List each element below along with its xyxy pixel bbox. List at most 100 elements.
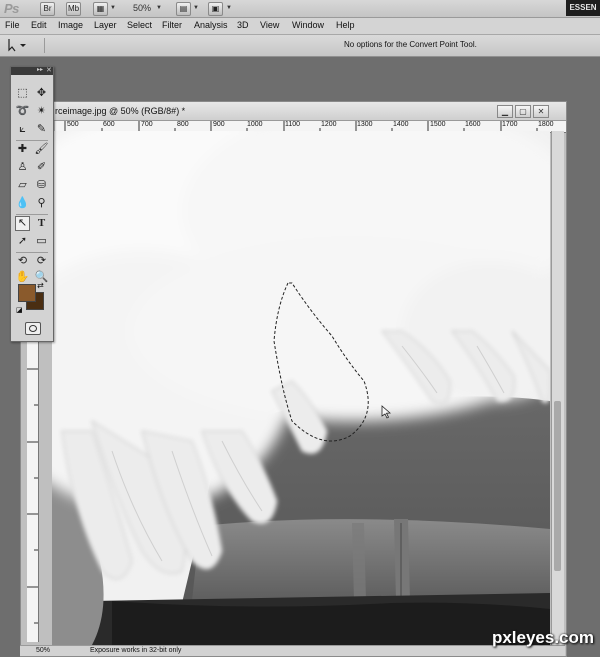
close-icon[interactable]: ✕ (46, 66, 52, 74)
rect-marquee-icon: ⬚ (17, 87, 28, 99)
quick-mask-button[interactable] (25, 322, 41, 335)
grid-icon: ▦ (96, 4, 105, 13)
maximize-button[interactable]: ▢ (515, 105, 531, 118)
watermark: pxleyes.com (491, 628, 594, 647)
3d-rotate-tool-button[interactable]: ⟲ (15, 254, 30, 269)
menu-filter[interactable]: Filter (162, 20, 182, 30)
ruler-label: 1800 (538, 121, 554, 128)
shape-tool-button[interactable]: ▭ (34, 234, 49, 249)
close-button[interactable]: ✕ (533, 105, 549, 118)
pen-tool-button[interactable]: ↖ (15, 216, 30, 231)
paint-bucket-tool-button[interactable]: ⛁ (34, 178, 49, 193)
view-extras-button[interactable]: ▦ (93, 2, 108, 16)
menu-edit[interactable]: Edit (31, 20, 47, 30)
healing-brush-tool-button[interactable]: ✚ (15, 142, 30, 157)
chevron-down-icon[interactable]: ▼ (156, 5, 162, 11)
move-icon: ✥ (36, 87, 47, 99)
ruler-label: 1200 (321, 121, 337, 128)
rectangle-icon: ▭ (36, 235, 47, 247)
tools-separator (16, 214, 48, 215)
droplet-icon: 💧 (15, 197, 30, 209)
chevron-down-icon[interactable]: ▼ (110, 5, 116, 11)
stamp-icon: ♙ (17, 161, 28, 173)
clone-stamp-tool-button[interactable]: ♙ (15, 160, 30, 175)
screen-mode-icon: ▣ (211, 4, 220, 13)
ruler-label: 1400 (393, 121, 409, 128)
hand-icon: ✋ (15, 271, 30, 283)
tools-panel-header[interactable]: ▸▸ ✕ (11, 67, 53, 75)
minimize-button[interactable]: ▁ (497, 105, 513, 118)
menu-layer[interactable]: Layer (94, 20, 117, 30)
options-separator (44, 38, 45, 53)
hand-tool-button[interactable]: ✋ (15, 270, 30, 285)
foreground-color-swatch[interactable] (18, 284, 36, 302)
quick-mask-icon (29, 325, 37, 332)
tools-separator (16, 140, 48, 141)
feather-wings-photo (52, 131, 550, 645)
default-colors-icon[interactable]: ◪ (16, 306, 23, 314)
crop-icon: ⟀ (19, 123, 26, 135)
menu-select[interactable]: Select (127, 20, 152, 30)
paint-bucket-icon: ⛁ (36, 179, 47, 191)
ruler-label: 500 (67, 121, 79, 128)
menu-analysis[interactable]: Analysis (194, 20, 228, 30)
bridge-button[interactable]: Br (40, 2, 55, 16)
type-icon: T (37, 217, 46, 229)
magic-wand-icon: ✴ (36, 105, 47, 117)
workspace-switcher[interactable]: ESSEN (566, 0, 600, 16)
blur-tool-button[interactable]: 💧 (15, 196, 30, 211)
brush-tool-button[interactable]: 🖌 (34, 142, 49, 157)
dodge-icon: ⚲ (37, 197, 46, 209)
dodge-tool-button[interactable]: ⚲ (34, 196, 49, 211)
document-tab[interactable]: rceimage.jpg @ 50% (RGB/8#) * ▁ ▢ ✕ (21, 102, 566, 121)
vertical-scrollbar[interactable] (551, 131, 564, 645)
arrange-documents-button[interactable]: ▤ (176, 2, 191, 16)
convert-point-icon (8, 39, 26, 52)
document-title: rceimage.jpg @ 50% (RGB/8#) * (55, 106, 186, 116)
chevron-down-icon[interactable]: ▼ (193, 5, 199, 11)
arrange-icon: ▤ (179, 4, 188, 13)
close-icon: ✕ (537, 107, 545, 116)
application-bar: Ps Br Mb ▦ ▼ 50% ▼ ▤ ▼ ▣ ▼ ESSEN (0, 0, 600, 18)
lasso-tool-button[interactable]: ➰ (15, 104, 30, 119)
ruler-label: 1300 (357, 121, 373, 128)
zoom-level-field[interactable]: 50% (133, 3, 151, 13)
status-zoom-field[interactable]: 50% (36, 647, 50, 654)
menu-window[interactable]: Window (292, 20, 324, 30)
convert-point-icon: ↖ (17, 217, 28, 229)
menu-bar: File Edit Image Layer Select Filter Anal… (0, 18, 600, 35)
collapse-icon[interactable]: ▸▸ (37, 66, 43, 73)
3d-orbit-tool-button[interactable]: ⟳ (34, 254, 49, 269)
eraser-tool-button[interactable]: ▱ (15, 178, 30, 193)
arrow-pointer-icon: ➚ (17, 235, 28, 247)
path-selection-tool-button[interactable]: ➚ (15, 234, 30, 249)
swap-colors-icon[interactable]: ⇄ (37, 281, 44, 290)
3d-rotate-icon: ⟲ (17, 255, 28, 267)
marquee-tool-button[interactable]: ⬚ (15, 86, 30, 101)
ruler-label: 700 (141, 121, 153, 128)
move-tool-button[interactable]: ✥ (34, 86, 49, 101)
ruler-label: 1700 (502, 121, 518, 128)
menu-view[interactable]: View (260, 20, 279, 30)
scrollbar-thumb[interactable] (554, 401, 561, 571)
tool-preset-picker[interactable] (6, 38, 30, 52)
tools-panel: ▸▸ ✕ ⬚ ✥ ➰ ✴ ⟀ ✎ ✚ 🖌 ♙ ✐ ▱ ⛁ 💧 ⚲ ↖ T ➚ ▭… (10, 66, 54, 342)
options-bar: No options for the Convert Point Tool. (0, 35, 600, 57)
menu-file[interactable]: File (5, 20, 20, 30)
magic-wand-tool-button[interactable]: ✴ (34, 104, 49, 119)
3d-orbit-icon: ⟳ (36, 255, 47, 267)
menu-help[interactable]: Help (336, 20, 355, 30)
eyedropper-tool-button[interactable]: ✎ (34, 122, 49, 137)
image-canvas[interactable] (52, 131, 550, 645)
menu-3d[interactable]: 3D (237, 20, 249, 30)
mini-bridge-button[interactable]: Mb (66, 2, 81, 16)
menu-image[interactable]: Image (58, 20, 83, 30)
ruler-label: 1100 (285, 121, 301, 128)
crop-tool-button[interactable]: ⟀ (15, 122, 30, 137)
ruler-label: 1600 (465, 121, 481, 128)
screen-mode-button[interactable]: ▣ (208, 2, 223, 16)
brush-icon: 🖌 (34, 143, 49, 155)
history-brush-tool-button[interactable]: ✐ (34, 160, 49, 175)
chevron-down-icon[interactable]: ▼ (226, 5, 232, 11)
type-tool-button[interactable]: T (34, 216, 49, 231)
